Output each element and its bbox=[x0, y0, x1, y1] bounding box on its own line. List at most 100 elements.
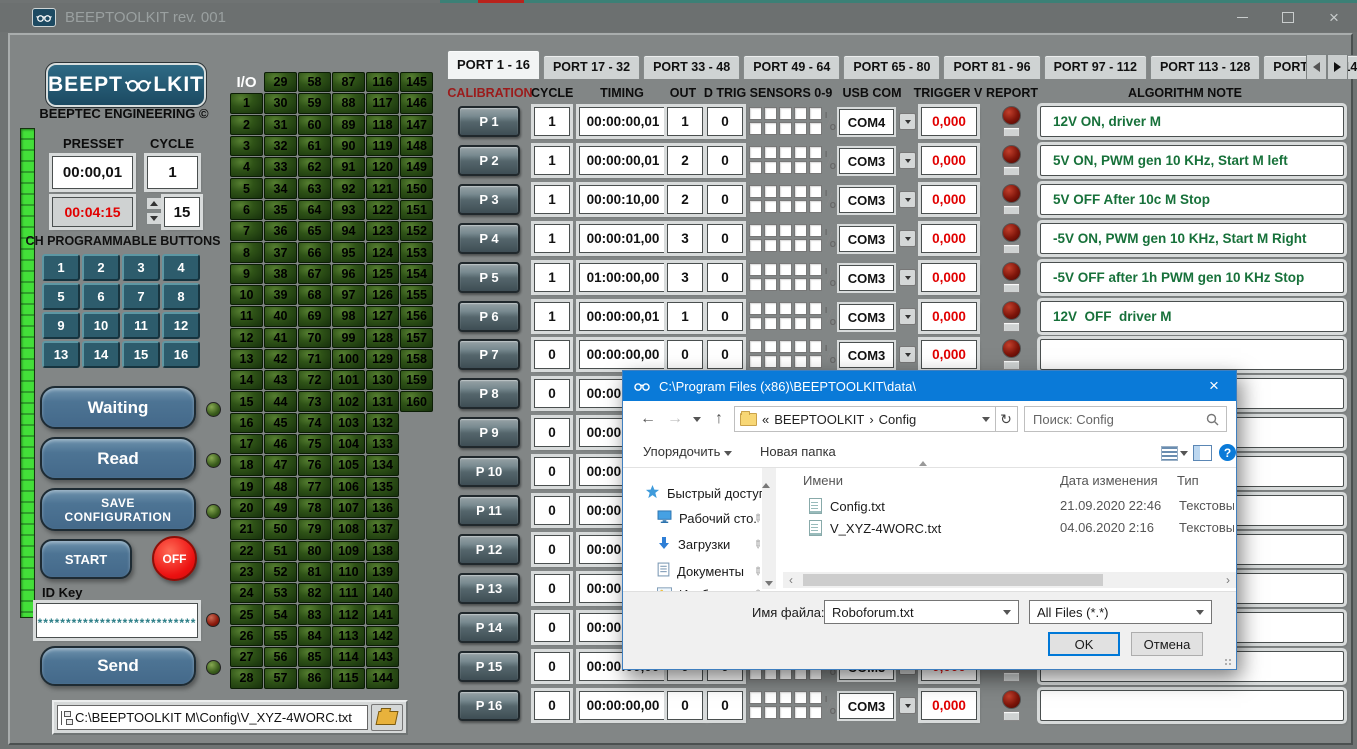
close-button[interactable]: × bbox=[1311, 3, 1357, 32]
algorithm-note-field[interactable]: 5V ON, PWM gen 10 KHz, Start M left bbox=[1040, 145, 1344, 176]
sensor-checkbox[interactable] bbox=[764, 122, 777, 135]
tab-port-5[interactable]: PORT 65 - 80 bbox=[843, 55, 940, 79]
sensor-checkbox[interactable] bbox=[764, 239, 777, 252]
sensor-checkbox[interactable] bbox=[749, 278, 762, 291]
algorithm-note-field[interactable]: 12V ON, driver M bbox=[1040, 106, 1344, 137]
com-dropdown-button[interactable] bbox=[899, 191, 916, 208]
sensor-checkbox[interactable] bbox=[779, 302, 792, 315]
cycle-field[interactable]: 0 bbox=[534, 535, 570, 564]
out-field[interactable]: 3 bbox=[667, 224, 703, 253]
cycle-field[interactable]: 0 bbox=[534, 418, 570, 447]
port-button-11[interactable]: P 11 bbox=[458, 495, 520, 526]
help-button[interactable]: ? bbox=[1219, 444, 1236, 461]
dtrig-field[interactable]: 0 bbox=[707, 302, 743, 331]
port-button-10[interactable]: P 10 bbox=[458, 456, 520, 487]
sensor-checkbox[interactable] bbox=[794, 200, 807, 213]
tab-scroll-right-button[interactable] bbox=[1327, 54, 1348, 80]
dtrig-field[interactable]: 0 bbox=[707, 107, 743, 136]
sensor-checkbox[interactable] bbox=[749, 302, 762, 315]
sensor-checkbox[interactable] bbox=[749, 355, 762, 368]
view-mode-icon[interactable] bbox=[1161, 446, 1178, 461]
sensor-checkbox[interactable] bbox=[749, 706, 762, 719]
sensor-checkbox[interactable] bbox=[809, 302, 822, 315]
scrollbar-thumb[interactable] bbox=[803, 574, 1103, 586]
sensor-checkbox[interactable] bbox=[764, 691, 777, 704]
sensor-checkbox[interactable] bbox=[779, 122, 792, 135]
port-button-12[interactable]: P 12 bbox=[458, 534, 520, 565]
sensor-checkbox[interactable] bbox=[764, 161, 777, 174]
sensor-checkbox[interactable] bbox=[764, 107, 777, 120]
breadcrumb-folder[interactable]: Config bbox=[879, 412, 917, 427]
minimize-button[interactable] bbox=[1219, 3, 1265, 32]
up-button[interactable]: ↑ bbox=[707, 406, 731, 432]
column-header-type[interactable]: Тип bbox=[1177, 473, 1199, 488]
sensor-checkbox[interactable] bbox=[809, 161, 822, 174]
tab-port-7[interactable]: PORT 97 - 112 bbox=[1044, 55, 1147, 79]
com-dropdown-button[interactable] bbox=[899, 269, 916, 286]
nav-item-4[interactable]: Документы✎ bbox=[657, 562, 744, 580]
sensor-checkbox[interactable] bbox=[794, 691, 807, 704]
com-port-select[interactable]: COM3 bbox=[839, 693, 894, 719]
sensor-checkbox[interactable] bbox=[809, 200, 822, 213]
cycle-field[interactable]: 0 bbox=[534, 613, 570, 642]
out-field[interactable]: 1 bbox=[667, 107, 703, 136]
sensor-checkbox[interactable] bbox=[749, 107, 762, 120]
sensor-checkbox[interactable] bbox=[809, 185, 822, 198]
sensor-checkbox[interactable] bbox=[779, 317, 792, 330]
algorithm-note-field[interactable] bbox=[1040, 339, 1344, 370]
sensor-checkbox[interactable] bbox=[779, 146, 792, 159]
sensor-checkbox[interactable] bbox=[794, 706, 807, 719]
tab-port-3[interactable]: PORT 33 - 48 bbox=[643, 55, 740, 79]
nav-item-2[interactable]: Рабочий сто.✎ bbox=[657, 510, 757, 526]
algorithm-note-field[interactable]: 12V OFF driver M bbox=[1040, 301, 1344, 332]
sensor-checkbox[interactable] bbox=[779, 263, 792, 276]
timing-field[interactable]: 00:00:00,00 bbox=[579, 691, 667, 720]
port-button-6[interactable]: P 6 bbox=[458, 301, 520, 332]
sensor-checkbox[interactable] bbox=[749, 224, 762, 237]
sensor-checkbox[interactable] bbox=[764, 200, 777, 213]
trigger-v-field[interactable]: 0,000 bbox=[921, 107, 977, 136]
cycle-field[interactable]: 0 bbox=[534, 496, 570, 525]
tab-port-2[interactable]: PORT 17 - 32 bbox=[543, 55, 640, 79]
sensor-checkbox[interactable] bbox=[779, 706, 792, 719]
trigger-v-field[interactable]: 0,000 bbox=[921, 185, 977, 214]
file-row-1[interactable]: Config.txt bbox=[809, 498, 885, 514]
search-box[interactable]: Поиск: Config bbox=[1024, 406, 1227, 432]
scroll-right-arrow[interactable]: › bbox=[1220, 573, 1236, 587]
algorithm-note-field[interactable] bbox=[1040, 690, 1344, 721]
port-button-16[interactable]: P 16 bbox=[458, 690, 520, 721]
port-button-3[interactable]: P 3 bbox=[458, 184, 520, 215]
port-button-9[interactable]: P 9 bbox=[458, 417, 520, 448]
view-mode-chevron-icon[interactable] bbox=[1180, 451, 1188, 456]
sensor-checkbox[interactable] bbox=[794, 317, 807, 330]
cycle-field[interactable]: 1 bbox=[534, 107, 570, 136]
nav-item-1[interactable]: Быстрый доступ bbox=[645, 484, 766, 502]
sensor-checkbox[interactable] bbox=[749, 263, 762, 276]
tab-scroll-left-button[interactable] bbox=[1306, 54, 1327, 80]
com-dropdown-button[interactable] bbox=[899, 697, 916, 714]
io-cell-145[interactable]: 145 bbox=[400, 72, 433, 92]
dialog-close-button[interactable]: × bbox=[1192, 371, 1236, 401]
cycle-field[interactable]: 0 bbox=[534, 652, 570, 681]
sensor-checkbox[interactable] bbox=[779, 340, 792, 353]
sensor-checkbox[interactable] bbox=[764, 317, 777, 330]
cancel-button[interactable]: Отмена bbox=[1131, 632, 1203, 656]
sensor-checkbox[interactable] bbox=[749, 691, 762, 704]
sensor-checkbox[interactable] bbox=[794, 161, 807, 174]
filename-combobox[interactable]: Roboforum.txt bbox=[824, 600, 1019, 624]
scroll-left-arrow[interactable]: ‹ bbox=[783, 573, 799, 587]
sensor-checkbox[interactable] bbox=[764, 355, 777, 368]
sensor-checkbox[interactable] bbox=[794, 278, 807, 291]
address-bar[interactable]: « BEEPTOOLKIT › Config bbox=[734, 406, 996, 432]
port-button-5[interactable]: P 5 bbox=[458, 262, 520, 293]
com-port-select[interactable]: COM3 bbox=[839, 304, 894, 330]
column-header-name[interactable]: Имени bbox=[803, 473, 843, 488]
trigger-v-field[interactable]: 0,000 bbox=[921, 691, 977, 720]
port-button-7[interactable]: P 7 bbox=[458, 339, 520, 370]
back-button[interactable]: ← bbox=[635, 406, 661, 432]
horizontal-scrollbar[interactable]: ‹ › bbox=[783, 572, 1236, 588]
sensor-checkbox[interactable] bbox=[809, 278, 822, 291]
sensor-checkbox[interactable] bbox=[794, 340, 807, 353]
algorithm-note-field[interactable]: -5V ON, PWM gen 10 KHz, Start M Right bbox=[1040, 223, 1344, 254]
nav-item-3[interactable]: Загрузки✎ bbox=[657, 536, 730, 553]
